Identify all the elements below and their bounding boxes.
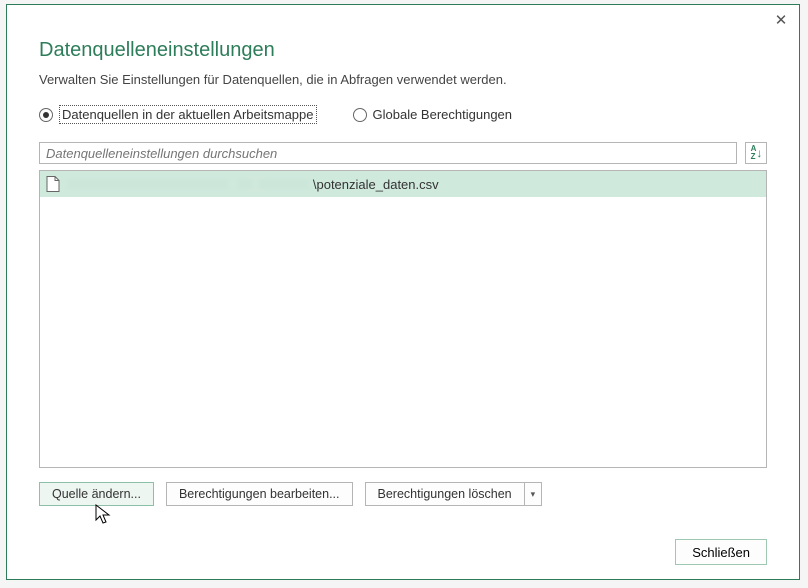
change-source-button[interactable]: Quelle ändern... — [39, 482, 154, 506]
dialog-footer: Schließen — [39, 519, 767, 565]
radio-label: Datenquellen in der aktuellen Arbeitsmap… — [59, 105, 317, 124]
data-source-settings-dialog: ✕ Datenquelleneinstellungen Verwalten Si… — [6, 4, 800, 580]
radio-icon — [353, 108, 367, 122]
clear-permissions-split-button: Berechtigungen löschen ▾ — [365, 482, 543, 506]
search-row: AZ↓ — [39, 142, 767, 164]
chevron-down-icon: ▾ — [531, 489, 536, 500]
dialog-content: Datenquelleneinstellungen Verwalten Sie … — [7, 5, 799, 579]
sort-button[interactable]: AZ↓ — [745, 142, 767, 164]
radio-label: Globale Berechtigungen — [373, 107, 513, 122]
data-source-list[interactable]: \potenziale_daten.csv — [39, 170, 767, 468]
clear-permissions-dropdown[interactable]: ▾ — [524, 482, 543, 506]
edit-permissions-button[interactable]: Berechtigungen bearbeiten... — [166, 482, 353, 506]
radio-global-permissions[interactable]: Globale Berechtigungen — [353, 107, 513, 122]
list-item-path: \potenziale_daten.csv — [68, 177, 439, 192]
close-icon[interactable]: ✕ — [771, 11, 791, 31]
close-button[interactable]: Schließen — [675, 539, 767, 565]
dialog-subtitle: Verwalten Sie Einstellungen für Datenque… — [39, 72, 767, 87]
sort-az-icon: AZ↓ — [751, 145, 762, 161]
action-row: Quelle ändern... Berechtigungen bearbeit… — [39, 482, 767, 506]
dialog-title: Datenquelleneinstellungen — [39, 39, 767, 62]
search-input[interactable] — [39, 142, 737, 164]
list-item-visible-path: \potenziale_daten.csv — [313, 177, 439, 192]
radio-current-workbook[interactable]: Datenquellen in der aktuellen Arbeitsmap… — [39, 105, 317, 124]
file-icon — [46, 176, 60, 192]
clear-permissions-button[interactable]: Berechtigungen löschen — [365, 482, 524, 506]
radio-icon — [39, 108, 53, 122]
list-item[interactable]: \potenziale_daten.csv — [40, 171, 766, 197]
scope-radio-group: Datenquellen in der aktuellen Arbeitsmap… — [39, 105, 767, 124]
